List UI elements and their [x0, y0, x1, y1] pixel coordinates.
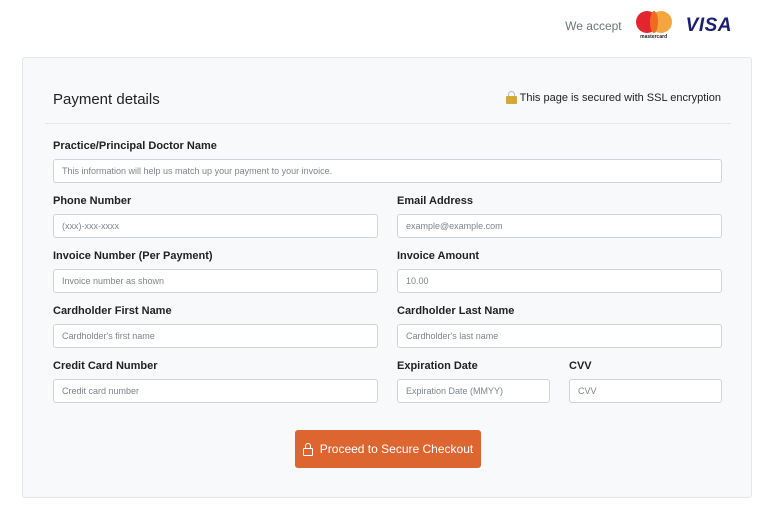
card-number-label: Credit Card Number: [53, 360, 158, 372]
invoice-number-label: Invoice Number (Per Payment): [53, 250, 213, 262]
phone-label: Phone Number: [53, 195, 132, 207]
page-title: Payment details: [53, 91, 160, 108]
cvv-input[interactable]: [569, 379, 722, 403]
ssl-notice-text: This page is secured with SSL encryption: [519, 92, 721, 104]
expiration-input[interactable]: [397, 379, 550, 403]
we-accept-label: We accept: [565, 19, 622, 33]
expiration-label: Expiration Date: [397, 360, 478, 372]
practice-input[interactable]: [53, 159, 722, 183]
secure-checkout-label: Proceed to Secure Checkout: [319, 442, 474, 456]
practice-label: Practice/Principal Doctor Name: [53, 140, 217, 152]
card-number-input[interactable]: [53, 379, 378, 403]
payment-card: Payment details This page is secured wit…: [22, 57, 752, 498]
first-name-input[interactable]: [53, 324, 378, 348]
mastercard-label: mastercard: [640, 34, 668, 40]
last-name-input[interactable]: [397, 324, 722, 348]
ssl-notice: This page is secured with SSL encryption: [505, 91, 721, 104]
first-name-label: Cardholder First Name: [53, 305, 172, 317]
email-input[interactable]: [397, 214, 722, 238]
accepted-cards: We accept mastercard VISA: [565, 10, 732, 42]
email-label: Email Address: [397, 195, 474, 207]
secure-checkout-button[interactable]: Proceed to Secure Checkout: [295, 430, 481, 468]
cvv-label: CVV: [569, 360, 592, 372]
visa-logo-icon: VISA: [685, 15, 732, 36]
invoice-amount-input[interactable]: [397, 269, 722, 293]
last-name-label: Cardholder Last Name: [397, 305, 515, 317]
mastercard-logo-icon: mastercard: [634, 10, 674, 42]
invoice-number-input[interactable]: [53, 269, 378, 293]
lock-icon: [302, 443, 313, 456]
divider: [45, 123, 731, 124]
phone-input[interactable]: [53, 214, 378, 238]
lock-icon: [505, 91, 517, 104]
invoice-amount-label: Invoice Amount: [397, 250, 480, 262]
